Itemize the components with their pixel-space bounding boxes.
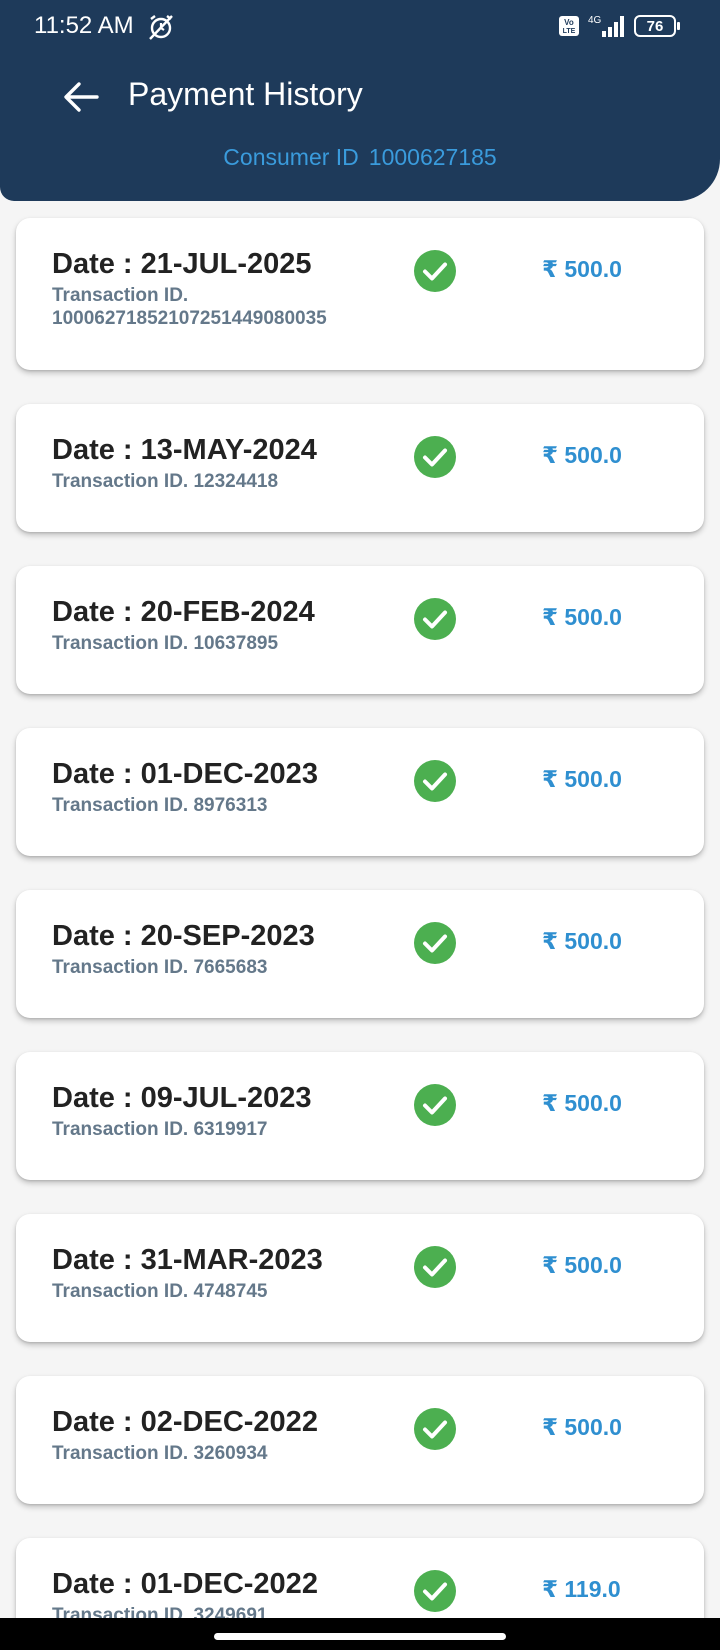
arrow-left-icon [64, 82, 99, 112]
transaction-id-value: 3260934 [193, 1443, 268, 1464]
payment-amount: ₹ 500.0 [542, 766, 622, 792]
check-circle-icon [414, 1408, 456, 1450]
payment-amount: ₹ 119.0 [542, 1576, 621, 1602]
transaction-id: Transaction ID. 3260934 [52, 1442, 382, 1465]
transaction-id: Transaction ID. 10637895 [52, 632, 382, 655]
transaction-id-value: 12324418 [193, 471, 279, 492]
transaction-id: Transaction ID. 4748745 [52, 1280, 382, 1303]
transaction-id-value: 7665683 [193, 957, 268, 978]
transaction-id-label: Transaction ID. [52, 1281, 189, 1302]
check-circle-icon [414, 1570, 456, 1612]
transaction-id-value: 6319917 [193, 1119, 268, 1140]
payment-date: Date : 20-SEP-2023 [52, 920, 315, 952]
status-time: 11:52 AM [34, 12, 134, 39]
lte-label: LTE [563, 28, 576, 35]
transaction-id-label: Transaction ID. [52, 1119, 189, 1140]
payment-date: Date : 13-MAY-2024 [52, 434, 317, 466]
volte-label: Vo [564, 18, 574, 27]
transaction-id-value: 4748745 [193, 1281, 268, 1302]
check-circle-icon [414, 1246, 456, 1288]
payment-card[interactable]: Date : 02-DEC-2022 Transaction ID. 32609… [16, 1376, 704, 1504]
payment-amount: ₹ 500.0 [542, 928, 622, 954]
transaction-id: Transaction ID. 12324418 [52, 470, 382, 493]
transaction-id-value: 10006271852107251449080035 [52, 308, 327, 329]
check-circle-icon [414, 922, 456, 964]
transaction-id-value: 8976313 [193, 795, 268, 816]
transaction-id: Transaction ID. 7665683 [52, 956, 382, 979]
battery-indicator: 76 [634, 15, 682, 37]
payment-card[interactable]: Date : 09-JUL-2023 Transaction ID. 63199… [16, 1052, 704, 1180]
transaction-id: Transaction ID. 100062718521072514490800… [52, 284, 382, 330]
payment-card[interactable]: Date : 20-FEB-2024 Transaction ID. 10637… [16, 566, 704, 694]
check-circle-icon [414, 598, 456, 640]
payment-card[interactable]: Date : 31-MAR-2023 Transaction ID. 47487… [16, 1214, 704, 1342]
network-type-label: 4G [588, 15, 602, 26]
status-icons: Vo LTE 4G 76 [558, 13, 682, 39]
check-circle-icon [414, 1084, 456, 1126]
status-bar: 11:52 AM Vo LTE 4G 76 [0, 0, 720, 56]
alarm-off-icon [149, 15, 173, 40]
signal-4g-icon: 4G [588, 15, 624, 37]
back-button[interactable] [54, 70, 108, 124]
page-title: Payment History [128, 76, 363, 112]
payment-date: Date : 02-DEC-2022 [52, 1406, 318, 1438]
transaction-id-label: Transaction ID. [52, 795, 189, 816]
transaction-id-label: Transaction ID. [52, 285, 189, 306]
payment-amount: ₹ 500.0 [542, 1414, 622, 1440]
payment-date: Date : 01-DEC-2022 [52, 1568, 318, 1600]
transaction-id-label: Transaction ID. [52, 957, 189, 978]
payment-card[interactable]: Date : 20-SEP-2023 Transaction ID. 76656… [16, 890, 704, 1018]
consumer-id-label: Consumer ID [223, 144, 359, 170]
home-indicator[interactable] [214, 1633, 506, 1640]
consumer-id-row: Consumer ID 1000627185 [0, 144, 720, 171]
payment-amount: ₹ 500.0 [542, 604, 622, 630]
payment-card[interactable]: Date : 21-JUL-2025 Transaction ID. 10006… [16, 218, 704, 370]
payment-date: Date : 09-JUL-2023 [52, 1082, 312, 1114]
transaction-id: Transaction ID. 8976313 [52, 794, 382, 817]
check-circle-icon [414, 760, 456, 802]
transaction-id-label: Transaction ID. [52, 471, 189, 492]
payment-amount: ₹ 500.0 [542, 442, 622, 468]
payment-amount: ₹ 500.0 [542, 1252, 622, 1278]
volte-icon: Vo LTE [559, 16, 579, 36]
battery-level: 76 [646, 17, 664, 35]
payment-date: Date : 21-JUL-2025 [52, 248, 312, 280]
payment-date: Date : 01-DEC-2023 [52, 758, 318, 790]
system-nav-bar [0, 1618, 720, 1650]
transaction-id-value: 10637895 [193, 633, 279, 654]
payment-date: Date : 31-MAR-2023 [52, 1244, 323, 1276]
transaction-id-label: Transaction ID. [52, 633, 189, 654]
check-circle-icon [414, 250, 456, 292]
consumer-id-value: 1000627185 [368, 144, 497, 170]
check-circle-icon [414, 436, 456, 478]
payment-card[interactable]: Date : 01-DEC-2023 Transaction ID. 89763… [16, 728, 704, 856]
payment-card[interactable]: Date : 13-MAY-2024 Transaction ID. 12324… [16, 404, 704, 532]
payment-date: Date : 20-FEB-2024 [52, 596, 315, 628]
transaction-id: Transaction ID. 6319917 [52, 1118, 382, 1141]
transaction-id-label: Transaction ID. [52, 1443, 189, 1464]
app-header: 11:52 AM Vo LTE 4G 76 Payment History Co… [0, 0, 720, 201]
payment-amount: ₹ 500.0 [542, 1090, 622, 1116]
payment-amount: ₹ 500.0 [542, 256, 622, 282]
